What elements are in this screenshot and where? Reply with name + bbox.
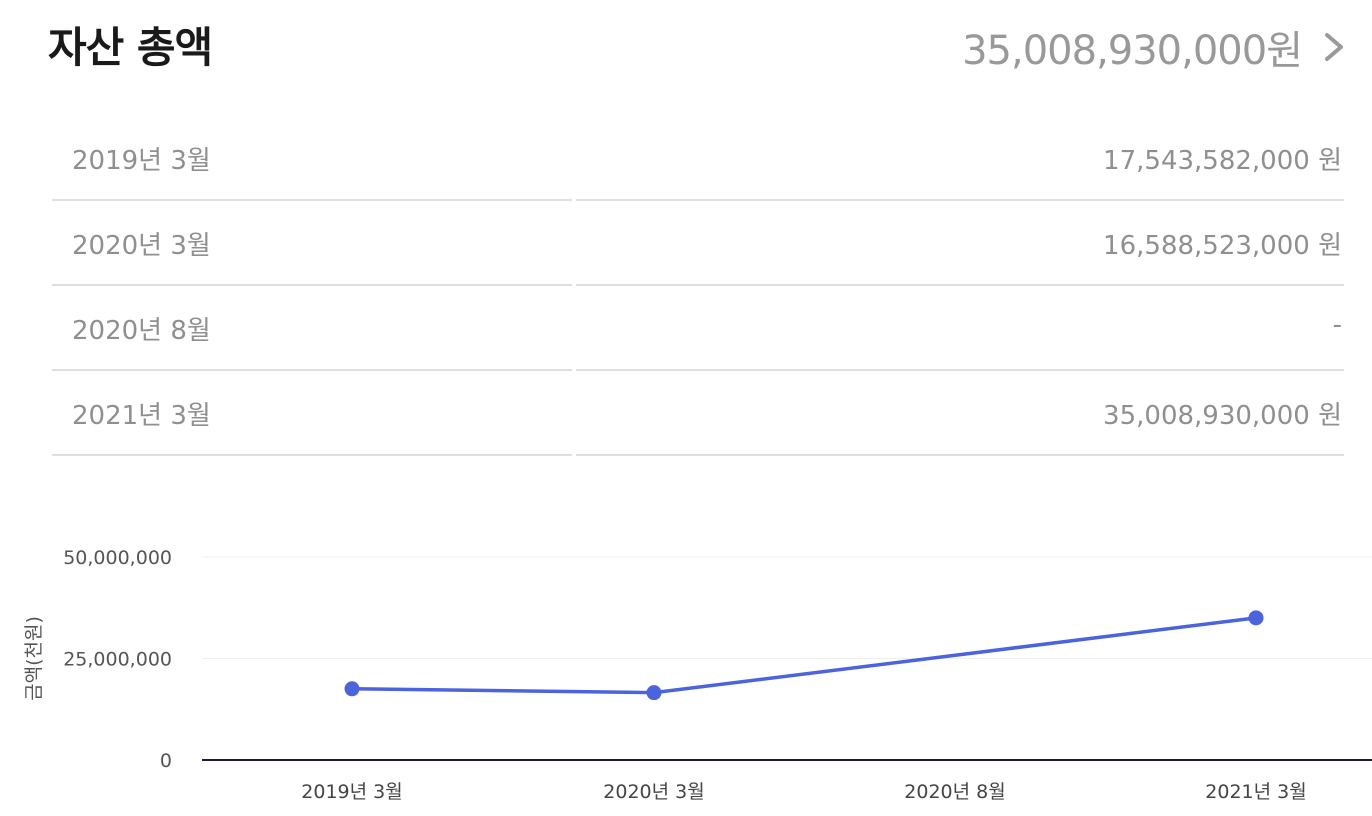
total-assets-link[interactable]: 35,008,930,000원 xyxy=(962,18,1348,76)
page-title: 자산 총액 xyxy=(48,23,213,72)
row-date: 2020년 8월 xyxy=(72,316,211,346)
asset-history-table: 2019년 3월 17,543,582,000 원 2020년 3월 16,58… xyxy=(52,116,1344,456)
x-tick-label: 2020년 8월 xyxy=(904,781,1005,803)
row-amount: - xyxy=(1332,310,1342,340)
row-date: 2021년 3월 xyxy=(72,401,211,431)
y-tick-label: 25,000,000 xyxy=(63,649,172,671)
table-row: 2020년 8월 - xyxy=(52,286,1344,371)
data-point xyxy=(646,685,662,701)
row-divider xyxy=(52,454,572,456)
y-tick-label: 50,000,000 xyxy=(63,547,172,569)
x-tick-label: 2020년 3월 xyxy=(603,781,704,803)
row-date: 2019년 3월 xyxy=(72,146,211,176)
data-point xyxy=(1248,610,1264,626)
table-row: 2019년 3월 17,543,582,000 원 xyxy=(52,116,1344,201)
row-amount: 35,008,930,000 원 xyxy=(1103,401,1342,431)
y-axis-label: 금액(천원) xyxy=(23,616,45,701)
x-tick-label: 2021년 3월 xyxy=(1205,781,1306,803)
data-point xyxy=(344,681,360,697)
header: 자산 총액 35,008,930,000원 xyxy=(48,10,1348,74)
x-tick-label: 2019년 3월 xyxy=(301,781,402,803)
table-row: 2021년 3월 35,008,930,000 원 xyxy=(52,371,1344,456)
row-amount: 16,588,523,000 원 xyxy=(1103,231,1342,261)
row-amount: 17,543,582,000 원 xyxy=(1103,146,1342,176)
y-tick-label: 0 xyxy=(160,750,172,772)
row-divider xyxy=(576,454,1344,456)
row-date: 2020년 3월 xyxy=(72,231,211,261)
total-assets-value: 35,008,930,000원 xyxy=(962,28,1303,74)
asset-line-chart: 0 25,000,000 50,000,000 2019년 3월 2020년 3월 202… xyxy=(23,547,1372,803)
table-row: 2020년 3월 16,588,523,000 원 xyxy=(52,201,1344,286)
chevron-right-icon xyxy=(1325,33,1343,61)
series-line xyxy=(350,616,1258,695)
